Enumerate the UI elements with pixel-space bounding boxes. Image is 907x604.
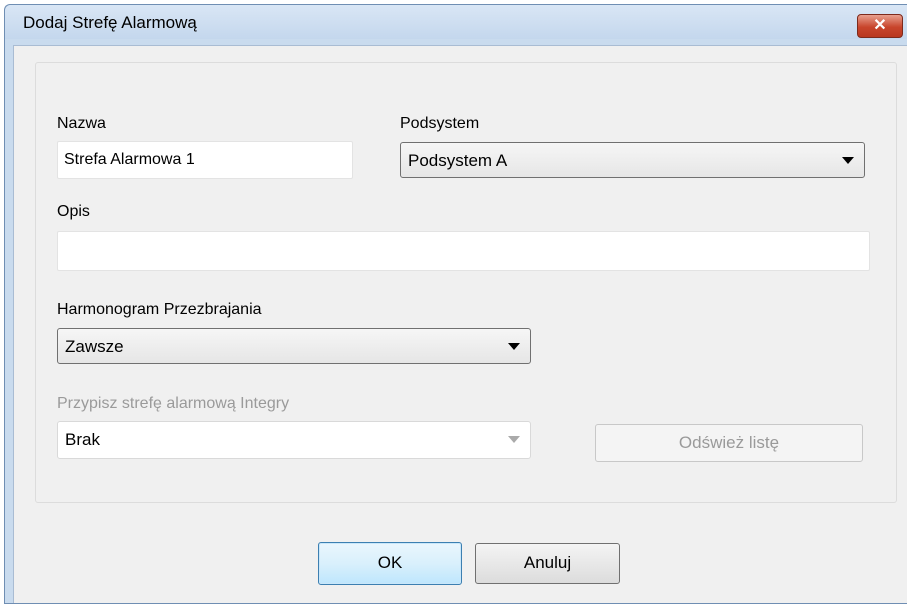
schedule-selected-value: Zawsze <box>65 337 124 356</box>
integra-zone-dropdown: Brak <box>57 421 531 459</box>
close-button[interactable]: ✕ <box>857 14 903 38</box>
dialog-window: Dodaj Strefę Alarmową ✕ Nazwa Podsystem … <box>4 4 907 604</box>
title-bar: Dodaj Strefę Alarmową ✕ <box>5 5 907 39</box>
close-icon: ✕ <box>873 17 887 34</box>
cancel-button[interactable]: Anuluj <box>475 543 620 584</box>
ok-button[interactable]: OK <box>318 542 462 585</box>
dialog-client-area: Nazwa Podsystem Podsystem A Opis Harmono… <box>13 45 907 603</box>
subsystem-dropdown[interactable]: Podsystem A <box>400 142 865 178</box>
name-label: Nazwa <box>57 115 106 132</box>
chevron-down-icon <box>508 436 520 443</box>
description-label: Opis <box>57 203 90 220</box>
subsystem-selected-value: Podsystem A <box>408 151 508 170</box>
name-input[interactable] <box>57 141 353 179</box>
refresh-list-button: Odśwież listę <box>595 424 863 462</box>
schedule-label: Harmonogram Przezbrajania <box>57 301 262 318</box>
form-panel: Nazwa Podsystem Podsystem A Opis Harmono… <box>35 62 897 503</box>
subsystem-label: Podsystem <box>400 115 480 132</box>
schedule-dropdown[interactable]: Zawsze <box>57 328 531 364</box>
chevron-down-icon <box>842 157 854 164</box>
chevron-down-icon <box>508 343 520 350</box>
window-title: Dodaj Strefę Alarmową <box>23 13 197 32</box>
integra-zone-selected-value: Brak <box>65 430 100 449</box>
description-input[interactable] <box>57 231 870 271</box>
integra-zone-label: Przypisz strefę alarmową Integry <box>57 395 290 412</box>
